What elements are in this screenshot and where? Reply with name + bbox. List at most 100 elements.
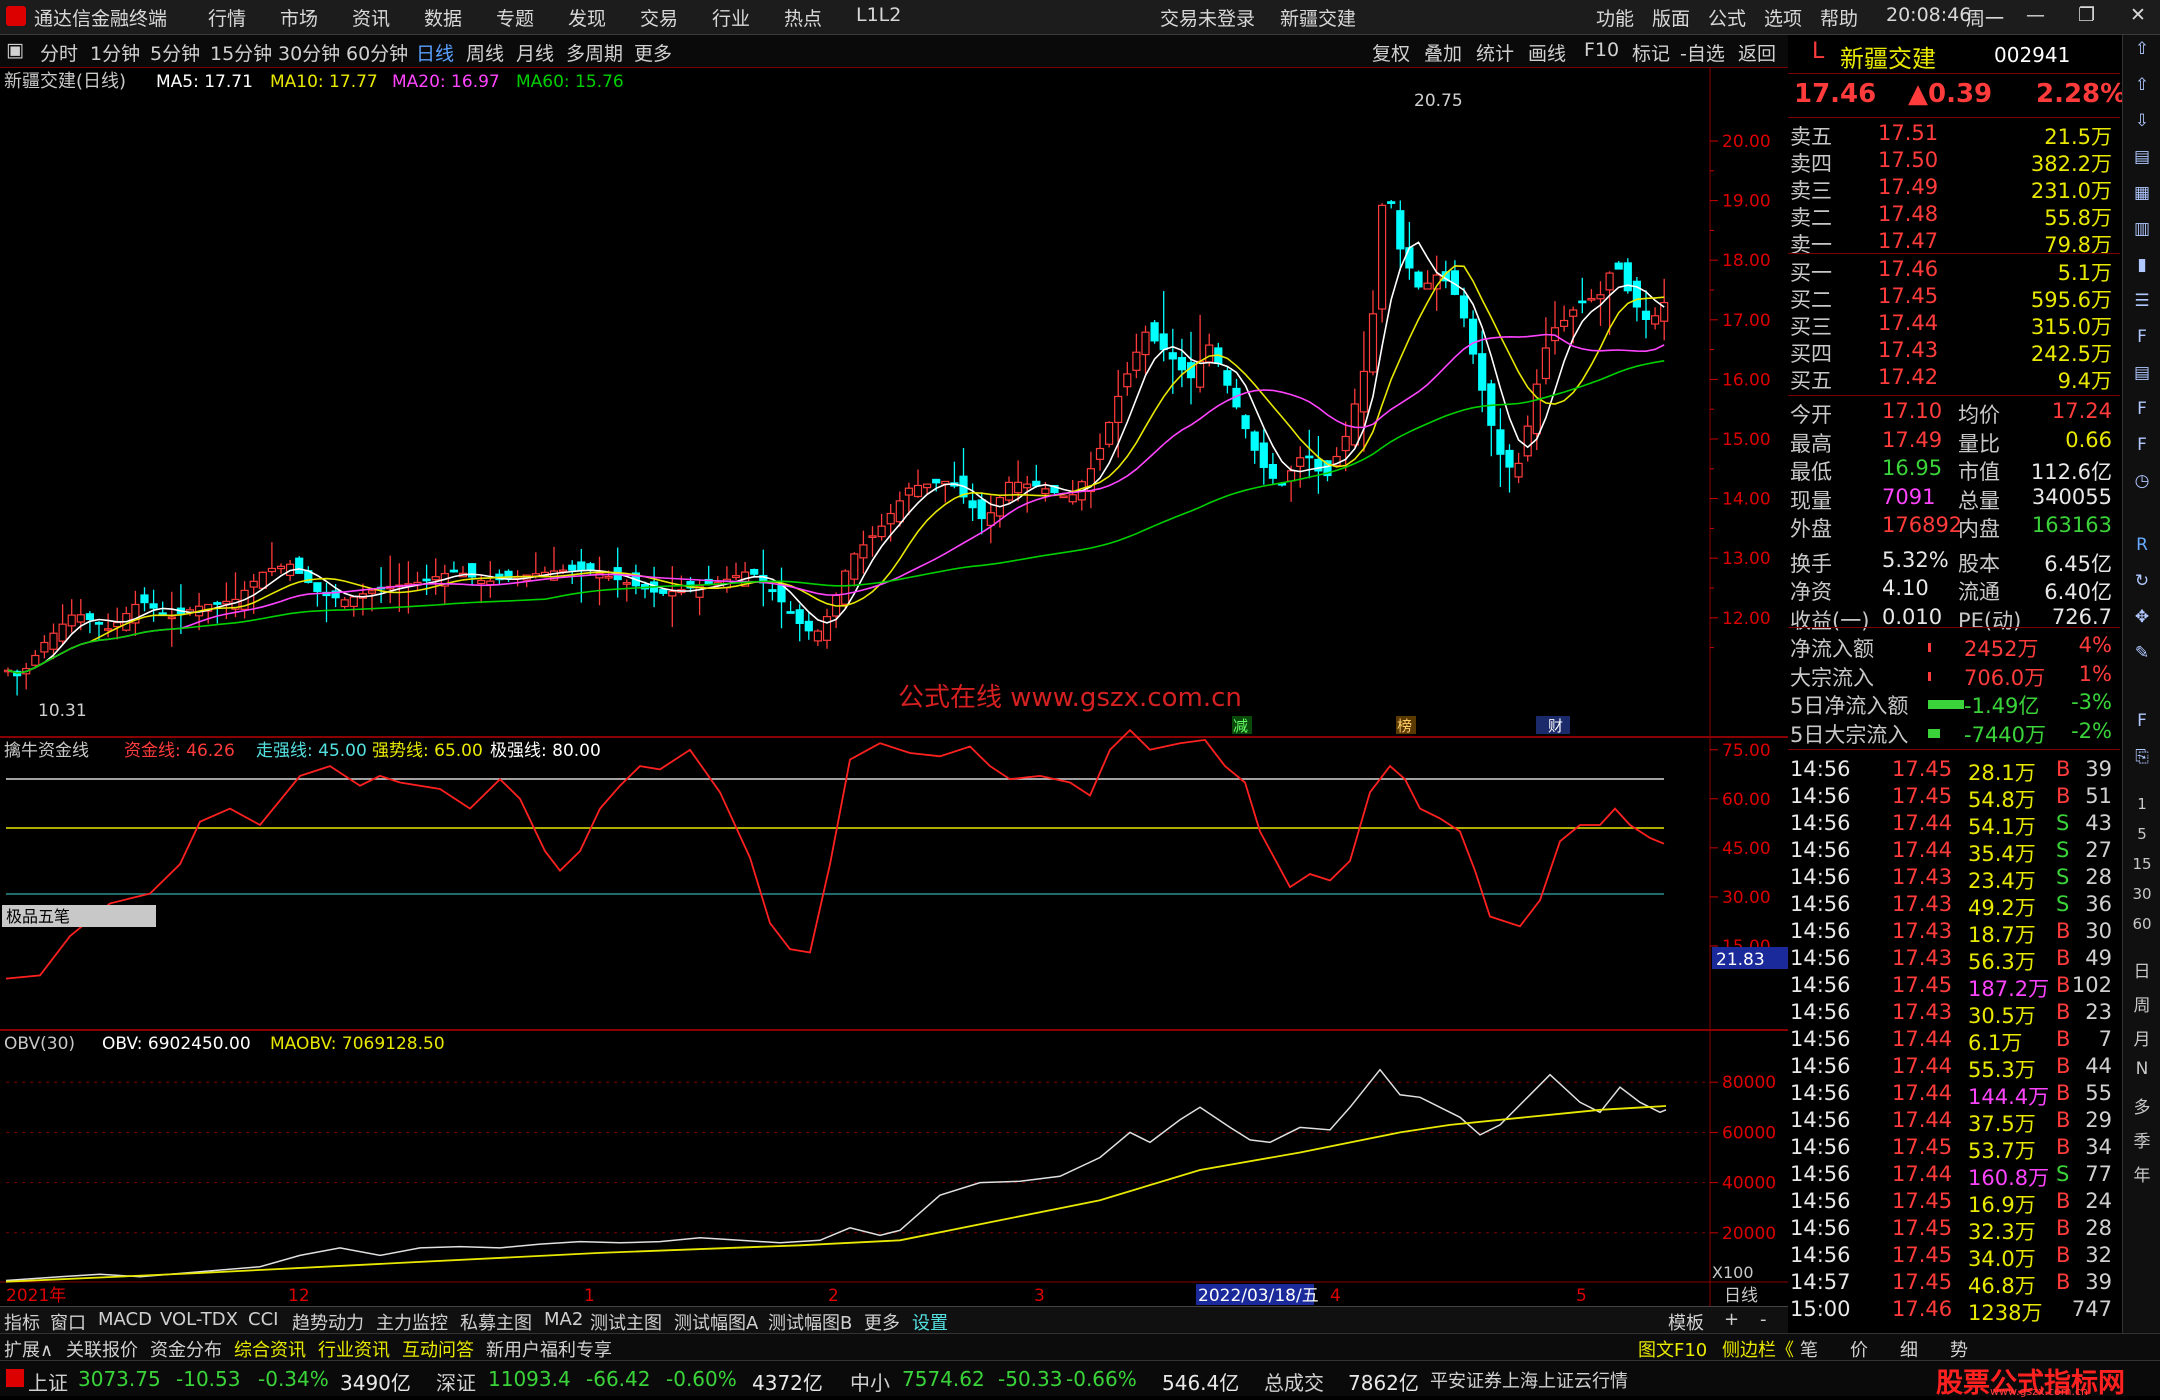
tick-row[interactable]: 14:56 17.44 6.1万 B 7 [1788,1027,2120,1055]
login-status[interactable]: 交易未登录 [1160,4,1255,31]
ask-row[interactable]: 卖四 17.50 382.2万 [1788,148,2120,176]
clock-icon[interactable]: ◷ [2126,471,2158,503]
flow-row[interactable]: 5日大宗流入 -7440万 -2% [1788,719,2120,747]
stat-row[interactable]: 最低 16.95 市值 112.6亿 [1788,456,2120,484]
tool-zixuan[interactable]: -自选 [1680,39,1725,66]
tab-zonghe[interactable]: 综合资讯 [234,1336,306,1362]
doc-icon[interactable]: ▤ [2126,147,2158,179]
menu-shuju[interactable]: 数据 [424,4,462,31]
tick-row[interactable]: 14:57 17.45 46.8万 B 39 [1788,1270,2120,1298]
bid-row[interactable]: 买四 17.43 242.5万 [1788,338,2120,366]
refresh-icon[interactable]: ↻ [2126,571,2158,603]
menu-shichang[interactable]: 市场 [280,4,318,31]
tab-guanlian[interactable]: 关联报价 [66,1336,138,1362]
tick-row[interactable]: 14:56 17.45 54.8万 B 51 [1788,784,2120,812]
period-weekly[interactable]: 周线 [466,39,504,66]
tab-hangyezx[interactable]: 行业资讯 [318,1336,390,1362]
tick-row[interactable]: 14:56 17.45 187.2万 B 102 [1788,973,2120,1001]
tick-row[interactable]: 14:56 17.45 28.1万 B 39 [1788,757,2120,785]
tab-jia[interactable]: 价 [1850,1336,1868,1362]
stat-row[interactable]: 净资 4.10 流通 6.40亿 [1788,576,2120,604]
kline-icon[interactable]: ▮ [2126,255,2158,287]
menu-gongneng[interactable]: 功能 [1596,4,1634,31]
tick-row[interactable]: 14:56 17.43 23.4万 S 28 [1788,865,2120,893]
tick-row[interactable]: 14:56 17.43 56.3万 B 49 [1788,946,2120,974]
arrow-up-icon[interactable]: ⇧ [2126,39,2158,71]
tool-n[interactable]: N [2126,1059,2158,1091]
tool-diejia[interactable]: 叠加 [1424,39,1462,66]
tab-cebianlan[interactable]: 侧边栏《 [1722,1336,1794,1362]
period-15min[interactable]: 15分钟 [210,39,272,66]
sh-label[interactable]: 上证 [28,1367,68,1396]
period-1min[interactable]: 1分钟 [90,39,140,66]
ask-row[interactable]: 卖五 17.51 21.5万 [1788,121,2120,149]
tool-year[interactable]: 年 [2126,1161,2158,1193]
share-icon[interactable]: ⎘ [2126,747,2158,779]
f10-icon[interactable]: F [2126,327,2158,359]
tab-qushi[interactable]: 趋势动力 [292,1309,364,1335]
tab-ma2[interactable]: MA2 [544,1309,583,1330]
tab-moban[interactable]: 模板 [1668,1309,1704,1335]
pen-icon[interactable]: ✎ [2126,643,2158,675]
tool-1[interactable]: 1 [2126,795,2158,827]
tool-biaoji[interactable]: 标记 [1632,39,1670,66]
period-more[interactable]: 更多 [634,39,672,66]
kline-chart[interactable]: 新疆交建(日线) MA5: 17.71 MA10: 17.77 MA20: 16… [0,68,1788,1306]
tab-shezhi[interactable]: 设置 [912,1309,948,1335]
tool-fuquan[interactable]: 复权 [1372,39,1410,66]
stat-row[interactable]: 现量 7091 总量 340055 [1788,485,2120,513]
min-icon[interactable]: — [2026,4,2045,26]
tick-row[interactable]: 14:56 17.44 55.3万 B 44 [1788,1054,2120,1082]
period-daily[interactable]: 日线 [416,39,454,66]
bid-row[interactable]: 买一 17.46 5.1万 [1788,257,2120,285]
tab-gengduo[interactable]: 更多 [864,1309,900,1335]
tick-row[interactable]: 14:56 17.44 35.4万 S 27 [1788,838,2120,866]
menu-zixun[interactable]: 资讯 [352,4,390,31]
grid-icon[interactable]: ▣ [6,39,24,61]
tab-hudong[interactable]: 互动问答 [402,1336,474,1362]
tab-xi[interactable]: 细 [1900,1336,1918,1362]
ask-row[interactable]: 卖二 17.48 55.8万 [1788,202,2120,230]
zx-label[interactable]: 中小 [850,1367,890,1396]
tool-season[interactable]: 季 [2126,1127,2158,1159]
ime-toolbar[interactable]: 极品五笔 [6,907,70,926]
menu-jiaoyi[interactable]: 交易 [640,4,678,31]
tab-shi[interactable]: 势 [1950,1336,1968,1362]
f3-icon[interactable]: F [2126,435,2158,467]
tick-row[interactable]: 14:56 17.45 32.3万 B 28 [1788,1216,2120,1244]
tab-zhuli[interactable]: 主力监控 [376,1309,448,1335]
tab-bi[interactable]: 笔 [1800,1336,1818,1362]
tab-zijinfenbu[interactable]: 资金分布 [150,1336,222,1362]
flow-row[interactable]: 净流入额 2452万 4% [1788,633,2120,661]
event-tag-cai[interactable]: 财 [1548,717,1563,735]
tab-vol[interactable]: VOL-TDX [160,1309,238,1330]
f2-icon[interactable]: F [2126,399,2158,431]
stat-row[interactable]: 换手 5.32% 股本 6.45亿 [1788,548,2120,576]
bid-row[interactable]: 买五 17.42 9.4万 [1788,365,2120,393]
stat-row[interactable]: 最高 17.49 量比 0.66 [1788,428,2120,456]
tick-row[interactable]: 14:56 17.43 49.2万 S 36 [1788,892,2120,920]
table-icon[interactable]: ▦ [2126,183,2158,215]
menu-bangzhu[interactable]: 帮助 [1820,4,1858,31]
tab-ceshizhutu[interactable]: 测试主图 [590,1309,662,1335]
period-60min[interactable]: 60分钟 [346,39,408,66]
ask-row[interactable]: 卖一 17.47 79.8万 [1788,229,2120,257]
tick-row[interactable]: 14:56 17.44 54.1万 S 43 [1788,811,2120,839]
list-icon[interactable]: ☰ [2126,291,2158,323]
tick-row[interactable]: 14:56 17.44 144.4万 B 55 [1788,1081,2120,1109]
tab-zhibiao[interactable]: 指标 [4,1309,40,1335]
menu-faxian[interactable]: 发现 [568,4,606,31]
tool-60[interactable]: 60 [2126,915,2158,947]
period-5min[interactable]: 5分钟 [150,39,200,66]
tick-row[interactable]: 14:56 17.43 18.7万 B 30 [1788,919,2120,947]
restore-icon[interactable]: ❐ [2078,4,2095,26]
tab-tuwen[interactable]: 图文F10 [1638,1336,1707,1362]
tool-tongji[interactable]: 统计 [1476,39,1514,66]
tab-ceshib[interactable]: 测试幅图B [768,1309,852,1335]
tick-row[interactable]: 14:56 17.43 30.5万 B 23 [1788,1000,2120,1028]
tool-multi[interactable]: 多 [2126,1093,2158,1125]
tab-plus[interactable]: + [1724,1309,1739,1330]
period-monthly[interactable]: 月线 [516,39,554,66]
ask-row[interactable]: 卖三 17.49 231.0万 [1788,175,2120,203]
f5-icon[interactable]: F [2126,711,2158,743]
